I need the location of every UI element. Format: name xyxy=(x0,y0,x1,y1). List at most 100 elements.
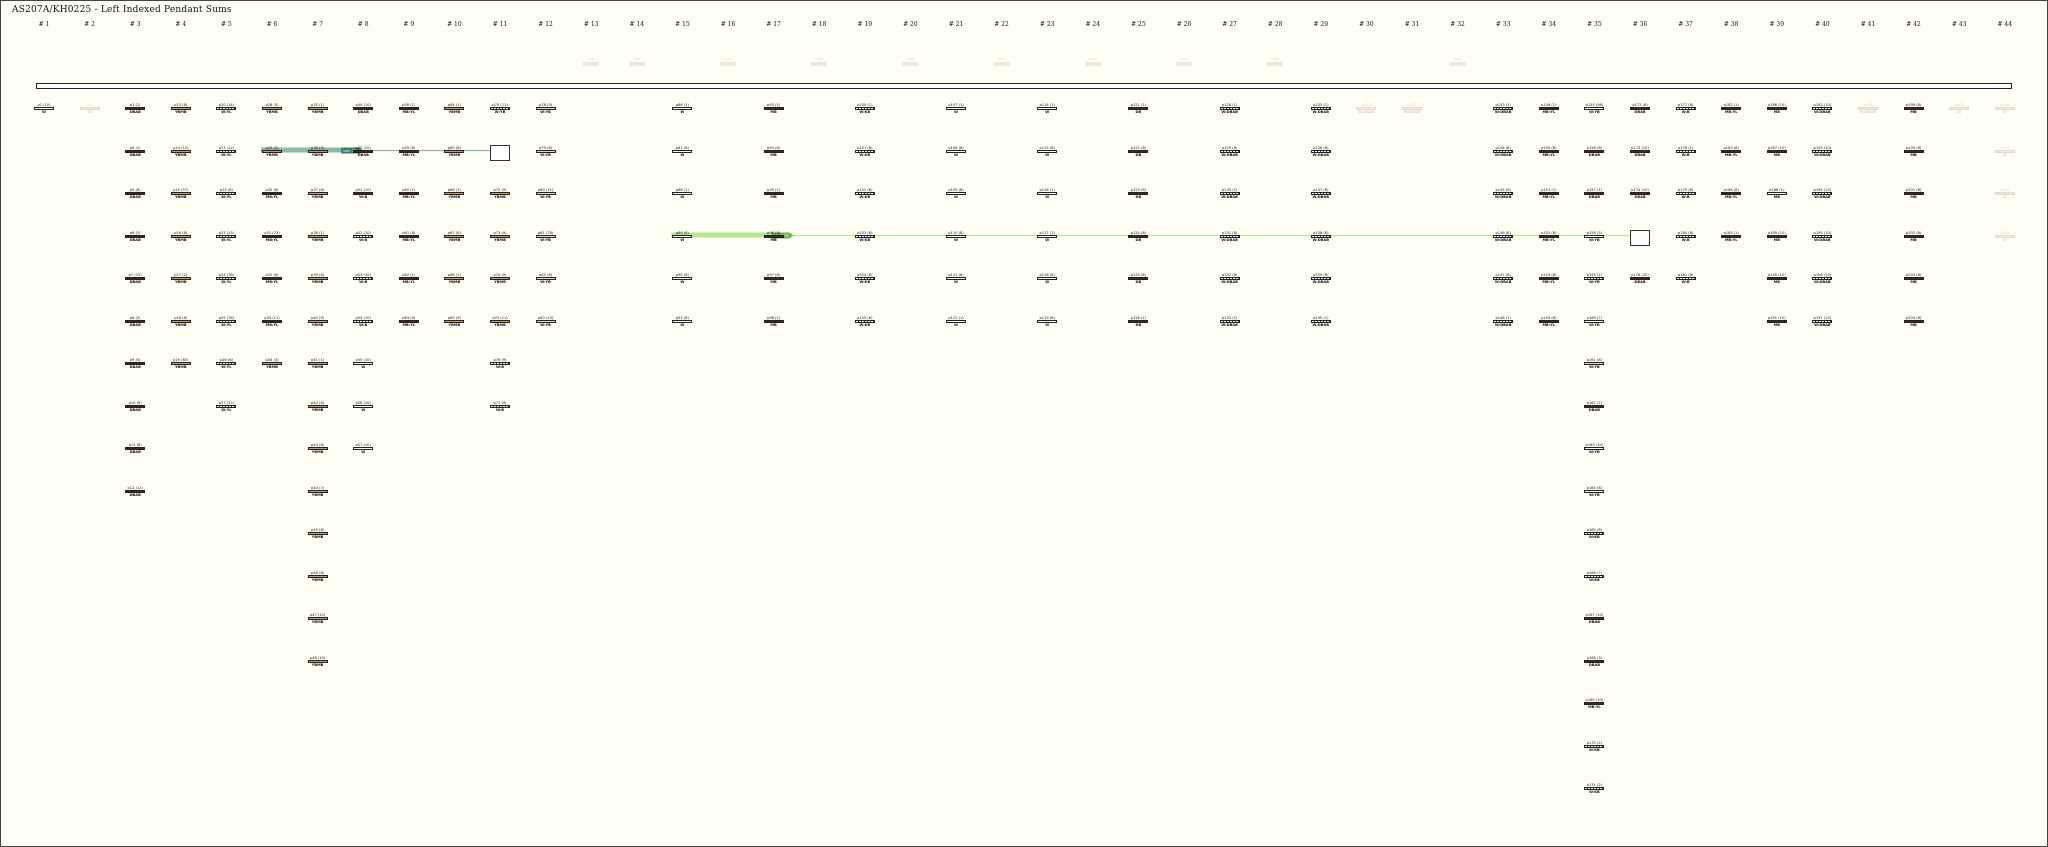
pendant-cord[interactable]: p137 (8) W:DBAB xyxy=(1310,188,1332,199)
pendant-cord[interactable]: p206 W xyxy=(1994,103,2016,114)
pendant-cord[interactable]: p119 (8) W xyxy=(1036,316,1058,327)
pendant-cord[interactable]: p16 (8) YBMB xyxy=(170,231,192,242)
pendant-cord[interactable]: p83 (13) W:YB xyxy=(535,316,557,327)
pendant-cord[interactable]: p46 (8) YBMB xyxy=(307,571,329,582)
pendant-cord[interactable]: p1 (10) W xyxy=(33,103,55,114)
pendant-cord[interactable]: p30 (8) MB:YL xyxy=(261,188,283,199)
pendant-cord[interactable]: p133 (1) W:DBAB xyxy=(1219,316,1241,327)
pendant-cord[interactable]: p160 (7) W:YB xyxy=(1583,316,1605,327)
pendant-cord[interactable]: p181 (8) W:B xyxy=(1675,273,1697,284)
pendant-cord[interactable]: p94 (8) MB xyxy=(763,146,785,157)
pendant-cord[interactable]: p150 (8) MB:YL xyxy=(1538,146,1560,157)
pendant-cord[interactable]: p95 (1) MB xyxy=(763,188,785,199)
pendant-cord[interactable]: p200 (8) MB xyxy=(1903,146,1925,157)
pendant-cord[interactable]: p163 (10) W:YB xyxy=(1583,443,1605,454)
pendant-cord[interactable]: p62 (1) MB:YL xyxy=(398,273,420,284)
pendant-cord[interactable]: p12 (12) DBAB xyxy=(124,486,146,497)
pendant-cord[interactable]: p168 (3) DBAB xyxy=(1583,656,1605,667)
pendant-cord[interactable]: p100 (1) W:KB xyxy=(854,103,876,114)
pendant-cord[interactable]: p96 (8) MB xyxy=(763,231,785,242)
pendant-cord[interactable]: p140 (1) W:DBAB xyxy=(1310,316,1332,327)
pendant-cord[interactable]: p108 (8) W xyxy=(945,146,967,157)
pendant-cord[interactable]: p123 (8) DB xyxy=(1127,188,1149,199)
pendant-cord[interactable]: p194 (10) W:DBAB xyxy=(1811,188,1833,199)
pendant-cord[interactable]: p58 (1) MB:YL xyxy=(398,103,420,114)
pendant-cord[interactable]: p192 (10) W:DBAB xyxy=(1811,103,1833,114)
pendant-cord[interactable]: p9 (5) DBAB xyxy=(124,358,146,369)
pendant-cord[interactable]: p45 (8) YBMB xyxy=(307,528,329,539)
pendant-cord[interactable]: p44 (7) YBMB xyxy=(307,486,329,497)
pendant-cord[interactable]: p186 (10) MB xyxy=(1766,103,1788,114)
pendant-cord[interactable]: p82 (8) W:YB xyxy=(535,273,557,284)
pendant-cord[interactable]: p91 (8) W xyxy=(671,316,693,327)
pendant-cord[interactable]: p76 (9) W:B xyxy=(489,358,511,369)
pendant-cord[interactable]: p153 (8) MB:YL xyxy=(1538,273,1560,284)
pendant-cord[interactable]: p70 (11) W:YB xyxy=(489,103,511,114)
pendant-cord[interactable]: p199 (8) MB xyxy=(1903,103,1925,114)
pendant-cord[interactable]: p40 (9) YBMB xyxy=(307,316,329,327)
pendant-cord[interactable]: p35 (1) YBMB xyxy=(307,103,329,114)
pendant-cord[interactable]: p32 (6) MB:YL xyxy=(261,273,283,284)
pendant-cord[interactable]: p195 (10) W:DBAB xyxy=(1811,231,1833,242)
pendant-cord[interactable]: p164 (8) W:YB xyxy=(1583,486,1605,497)
pendant-cord[interactable]: p66 (1) YBMB xyxy=(443,188,465,199)
pendant-cord[interactable]: p19 (83) YBMB xyxy=(170,358,192,369)
pendant-cord[interactable]: p98 (1) MB xyxy=(763,316,785,327)
pendant-cord[interactable]: p167 (10) DBAB xyxy=(1583,613,1605,624)
pendant-cord[interactable]: p190 (10) MB xyxy=(1766,273,1788,284)
pendant-cord[interactable]: p128 (1) W:DBAB xyxy=(1219,103,1241,114)
pendant-cord[interactable]: p121 (1) DB xyxy=(1127,103,1149,114)
pendant-cord[interactable]: p78 (9) W:YB xyxy=(535,103,557,114)
pendant-cord[interactable]: p89 (8) W xyxy=(671,231,693,242)
pendant-cord[interactable]: p105 (8) W:KB xyxy=(854,316,876,327)
pendant-cord[interactable]: p20 (14) W:YL xyxy=(215,103,237,114)
pendant-cord[interactable]: p21 (12) W:YL xyxy=(215,146,237,157)
pendant-cord[interactable]: p185 (1) MB:YL xyxy=(1720,231,1742,242)
pendant-cord[interactable]: p17 (2) YBMB xyxy=(170,273,192,284)
pendant-cord[interactable]: p65 (8) YBMB xyxy=(443,146,465,157)
pendant-cord[interactable]: p131 (8) W:DBAB xyxy=(1219,231,1241,242)
pendant-cord[interactable]: p187 (10) MB xyxy=(1766,146,1788,157)
pendant-cord[interactable]: p149 (1) MB:YL xyxy=(1538,103,1560,114)
pendant-cord[interactable]: p56 (10) W xyxy=(352,401,374,412)
pendant-cord[interactable]: p77 (9) W:B xyxy=(489,401,511,412)
pendant-cord[interactable]: p138 (8) W:DBAB xyxy=(1310,231,1332,242)
pendant-cord[interactable]: p161 (8) W:YB xyxy=(1583,358,1605,369)
pendant-cord[interactable]: p197 (10) W:DBAB xyxy=(1811,316,1833,327)
pendant-cord[interactable]: p14 (12) YBMB xyxy=(170,146,192,157)
pendant-cord[interactable]: p93 (1) MB xyxy=(763,103,785,114)
pendant-cord[interactable]: p80 (11) W:YB xyxy=(535,188,557,199)
pendant-cord[interactable]: p112 (1) W xyxy=(945,316,967,327)
pendant-cord[interactable]: p102 (8) W:KB xyxy=(854,188,876,199)
pendant-cord[interactable]: p42 (8) YBMB xyxy=(307,401,329,412)
pendant-cord[interactable]: p8 (2) DBAB xyxy=(124,316,146,327)
pendant-cord[interactable]: p114 (1) W xyxy=(1036,103,1058,114)
pendant-cord[interactable]: p59 (8) MB:YL xyxy=(398,146,420,157)
pendant-cord[interactable]: p63 (9) MB:YL xyxy=(398,316,420,327)
pendant-cord[interactable]: p130 (1) W:DBAB xyxy=(1219,188,1241,199)
pendant-cord[interactable]: p147 (8) W:DBAB xyxy=(1492,273,1514,284)
pendant-cord[interactable]: p39 (8) YBMB xyxy=(307,273,329,284)
pendant-cord[interactable]: p64 (1) YBMB xyxy=(443,103,465,114)
pendant-cord[interactable]: p135 (1) W:DBAB xyxy=(1310,103,1332,114)
pendant-cord[interactable]: p180 (8) W:B xyxy=(1675,231,1697,242)
pendant-cord[interactable]: p207 W xyxy=(1994,146,2016,157)
pendant-cord[interactable]: p61 (8) MB:YL xyxy=(398,231,420,242)
pendant-cord[interactable]: p24 (78) W:YL xyxy=(215,273,237,284)
pendant-cord[interactable]: p176 (10) DBAB xyxy=(1629,273,1651,284)
pendant-cord[interactable]: p166 (7) W:KB xyxy=(1583,571,1605,582)
pendant-cord[interactable]: p202 (8) MB xyxy=(1903,231,1925,242)
pendant-cord[interactable]: p172 (8) DBAB xyxy=(1629,103,1651,114)
pendant-cord[interactable]: p109 (8) W xyxy=(945,188,967,199)
pendant-cord[interactable]: p60 (1) MB:YL xyxy=(398,188,420,199)
pendant-cord[interactable]: p18 (8) YBMB xyxy=(170,316,192,327)
pendant-cord[interactable]: p23 (13) W:YL xyxy=(215,231,237,242)
pendant-cord[interactable]: p3 (2) DBAB xyxy=(124,103,146,114)
pendant-cord[interactable]: p209 W xyxy=(1994,231,2016,242)
pendant-cord[interactable]: p79 (8) W:YB xyxy=(535,146,557,157)
pendant-cord[interactable]: p69 (9) YBMB xyxy=(443,316,465,327)
pendant-cord[interactable]: p156 (8) DBAB xyxy=(1583,146,1605,157)
pendant-cord[interactable]: p67 (8) YBMB xyxy=(443,231,465,242)
pendant-cord[interactable]: p110 (8) W xyxy=(945,231,967,242)
pendant-cord[interactable]: p73 (9) YBMB xyxy=(489,231,511,242)
